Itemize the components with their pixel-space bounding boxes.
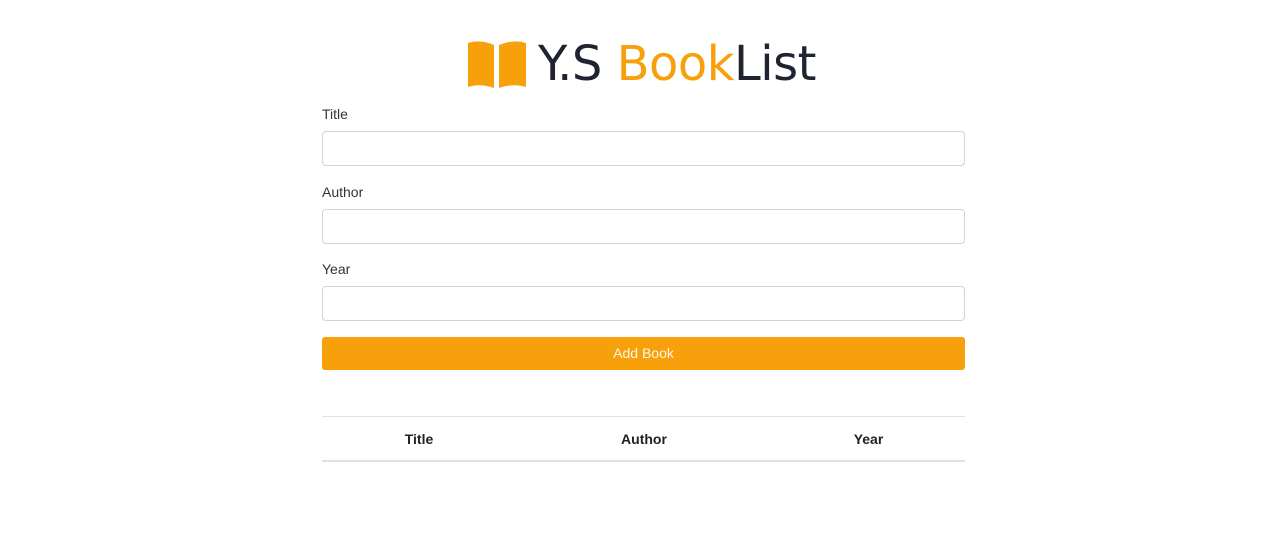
app-title-prefix: Y.S <box>538 36 617 92</box>
title-label: Title <box>322 106 348 122</box>
book-table: Title Author Year <box>322 416 965 462</box>
add-book-button[interactable]: Add Book <box>322 337 965 370</box>
column-header-title: Title <box>404 430 434 447</box>
year-label: Year <box>322 261 351 277</box>
column-header-year: Year <box>853 430 884 447</box>
year-input[interactable] <box>322 286 965 321</box>
table-header-row: Title Author Year <box>322 417 965 462</box>
author-input[interactable] <box>322 209 965 244</box>
author-label: Author <box>322 184 364 200</box>
column-header-author: Author <box>621 430 667 447</box>
app-title: Y.S BookList <box>538 38 816 90</box>
app-logo: Y.S BookList <box>466 38 816 90</box>
open-book-icon <box>468 41 526 88</box>
title-input[interactable] <box>322 131 965 166</box>
app-title-accent: Book <box>616 36 735 92</box>
app-title-suffix: List <box>734 36 816 92</box>
